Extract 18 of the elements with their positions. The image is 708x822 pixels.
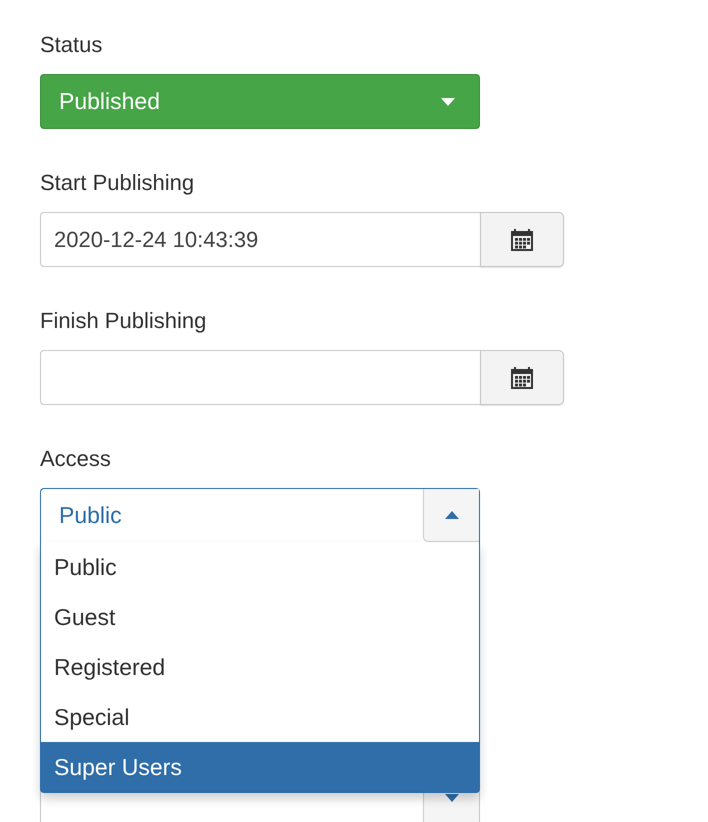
date-field[interactable] [40, 350, 480, 405]
select-field[interactable]: Public [40, 488, 480, 542]
caret-icon [441, 98, 455, 106]
field-label: Status [40, 32, 104, 58]
dropdown-option[interactable]: Super Users [41, 742, 479, 792]
dropdown-option[interactable]: Guest [41, 592, 479, 642]
calendar-button[interactable] [480, 350, 564, 405]
dropdown-option[interactable]: Registered [41, 642, 479, 692]
date-field[interactable]: 2020-12-24 10:43:39 [40, 212, 480, 267]
calendar-icon [511, 366, 533, 388]
calendar-icon [511, 228, 533, 250]
dropdown-option[interactable]: Special [41, 692, 479, 742]
field-label: Access [40, 446, 112, 472]
field-label: Finish Publishing [40, 308, 208, 334]
calendar-button[interactable] [480, 212, 564, 267]
field-label: Start Publishing [40, 170, 196, 196]
caret-icon [444, 511, 458, 519]
dropdown-option[interactable]: Public [41, 542, 479, 592]
